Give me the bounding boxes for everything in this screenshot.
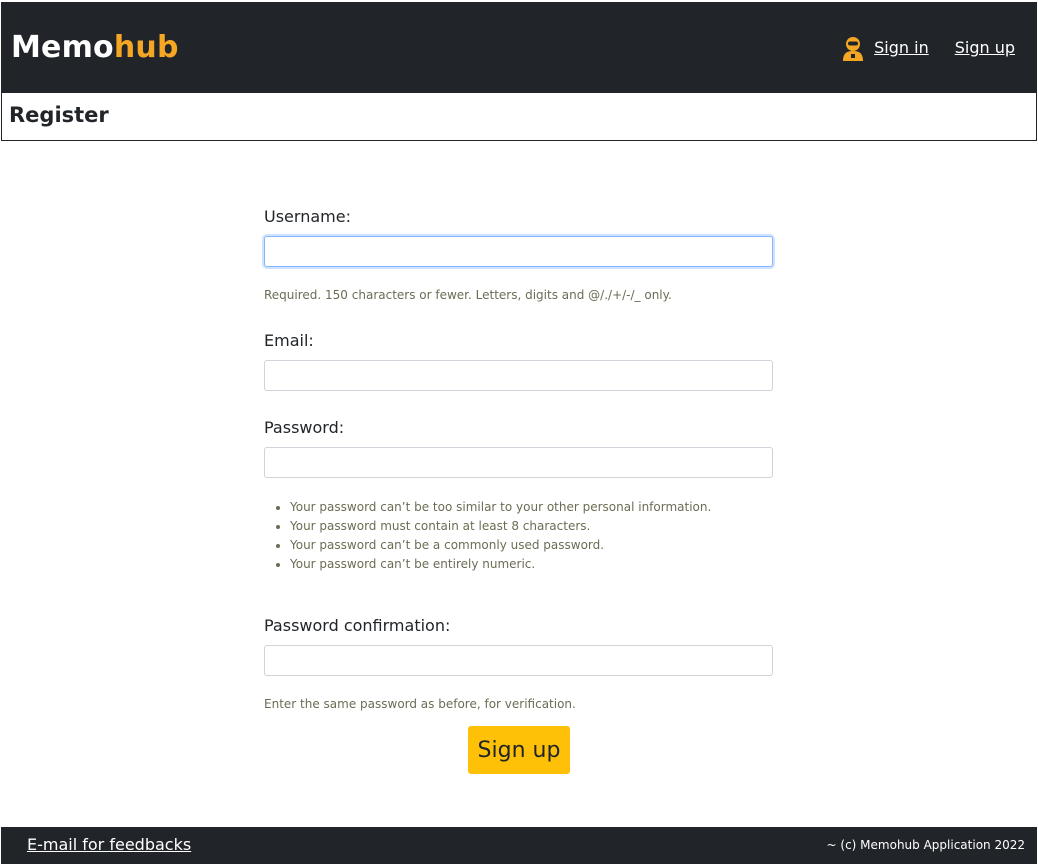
password-confirmation-help-text: Enter the same password as before, for v… bbox=[264, 697, 576, 711]
password-confirmation-input[interactable] bbox=[264, 645, 773, 676]
sign-up-link[interactable]: Sign up bbox=[955, 36, 1015, 60]
sign-in-link[interactable]: Sign in bbox=[874, 36, 929, 60]
password-input[interactable] bbox=[264, 447, 773, 478]
password-confirmation-label: Password confirmation: bbox=[264, 616, 451, 635]
nav-links: Sign in Sign up bbox=[840, 35, 1015, 61]
sign-up-button[interactable]: Sign up bbox=[468, 726, 570, 774]
footer: E-mail for feedbacks ~ (c) Memohub Appli… bbox=[1, 827, 1037, 864]
username-help-text: Required. 150 characters or fewer. Lette… bbox=[264, 288, 672, 302]
password-rule-item: Your password can’t be too similar to yo… bbox=[290, 498, 773, 517]
copyright-text: ~ (c) Memohub Application 2022 bbox=[826, 838, 1025, 852]
register-form: Username: Required. 150 characters or fe… bbox=[264, 206, 773, 713]
email-input[interactable] bbox=[264, 360, 773, 391]
top-navbar: Memohub Sign in Sign up bbox=[1, 2, 1037, 92]
password-rule-item: Your password can’t be a commonly used p… bbox=[290, 536, 773, 555]
password-rule-item: Your password can’t be entirely numeric. bbox=[290, 555, 773, 574]
feedback-email-link[interactable]: E-mail for feedbacks bbox=[27, 835, 191, 855]
password-rule-item: Your password must contain at least 8 ch… bbox=[290, 517, 773, 536]
username-label: Username: bbox=[264, 207, 351, 226]
password-rules-list: Your password can’t be too similar to yo… bbox=[264, 498, 773, 574]
submit-wrapper: Sign up bbox=[468, 726, 570, 774]
brand-name-part1: Memo bbox=[11, 30, 114, 65]
user-icon bbox=[840, 35, 866, 61]
brand-name-part2: hub bbox=[113, 30, 179, 65]
page-title: Register bbox=[9, 103, 109, 127]
page-header: Register bbox=[1, 92, 1037, 141]
password-label: Password: bbox=[264, 418, 345, 437]
brand-logo[interactable]: Memohub bbox=[11, 29, 179, 67]
username-input[interactable] bbox=[264, 236, 773, 267]
email-label: Email: bbox=[264, 331, 314, 350]
